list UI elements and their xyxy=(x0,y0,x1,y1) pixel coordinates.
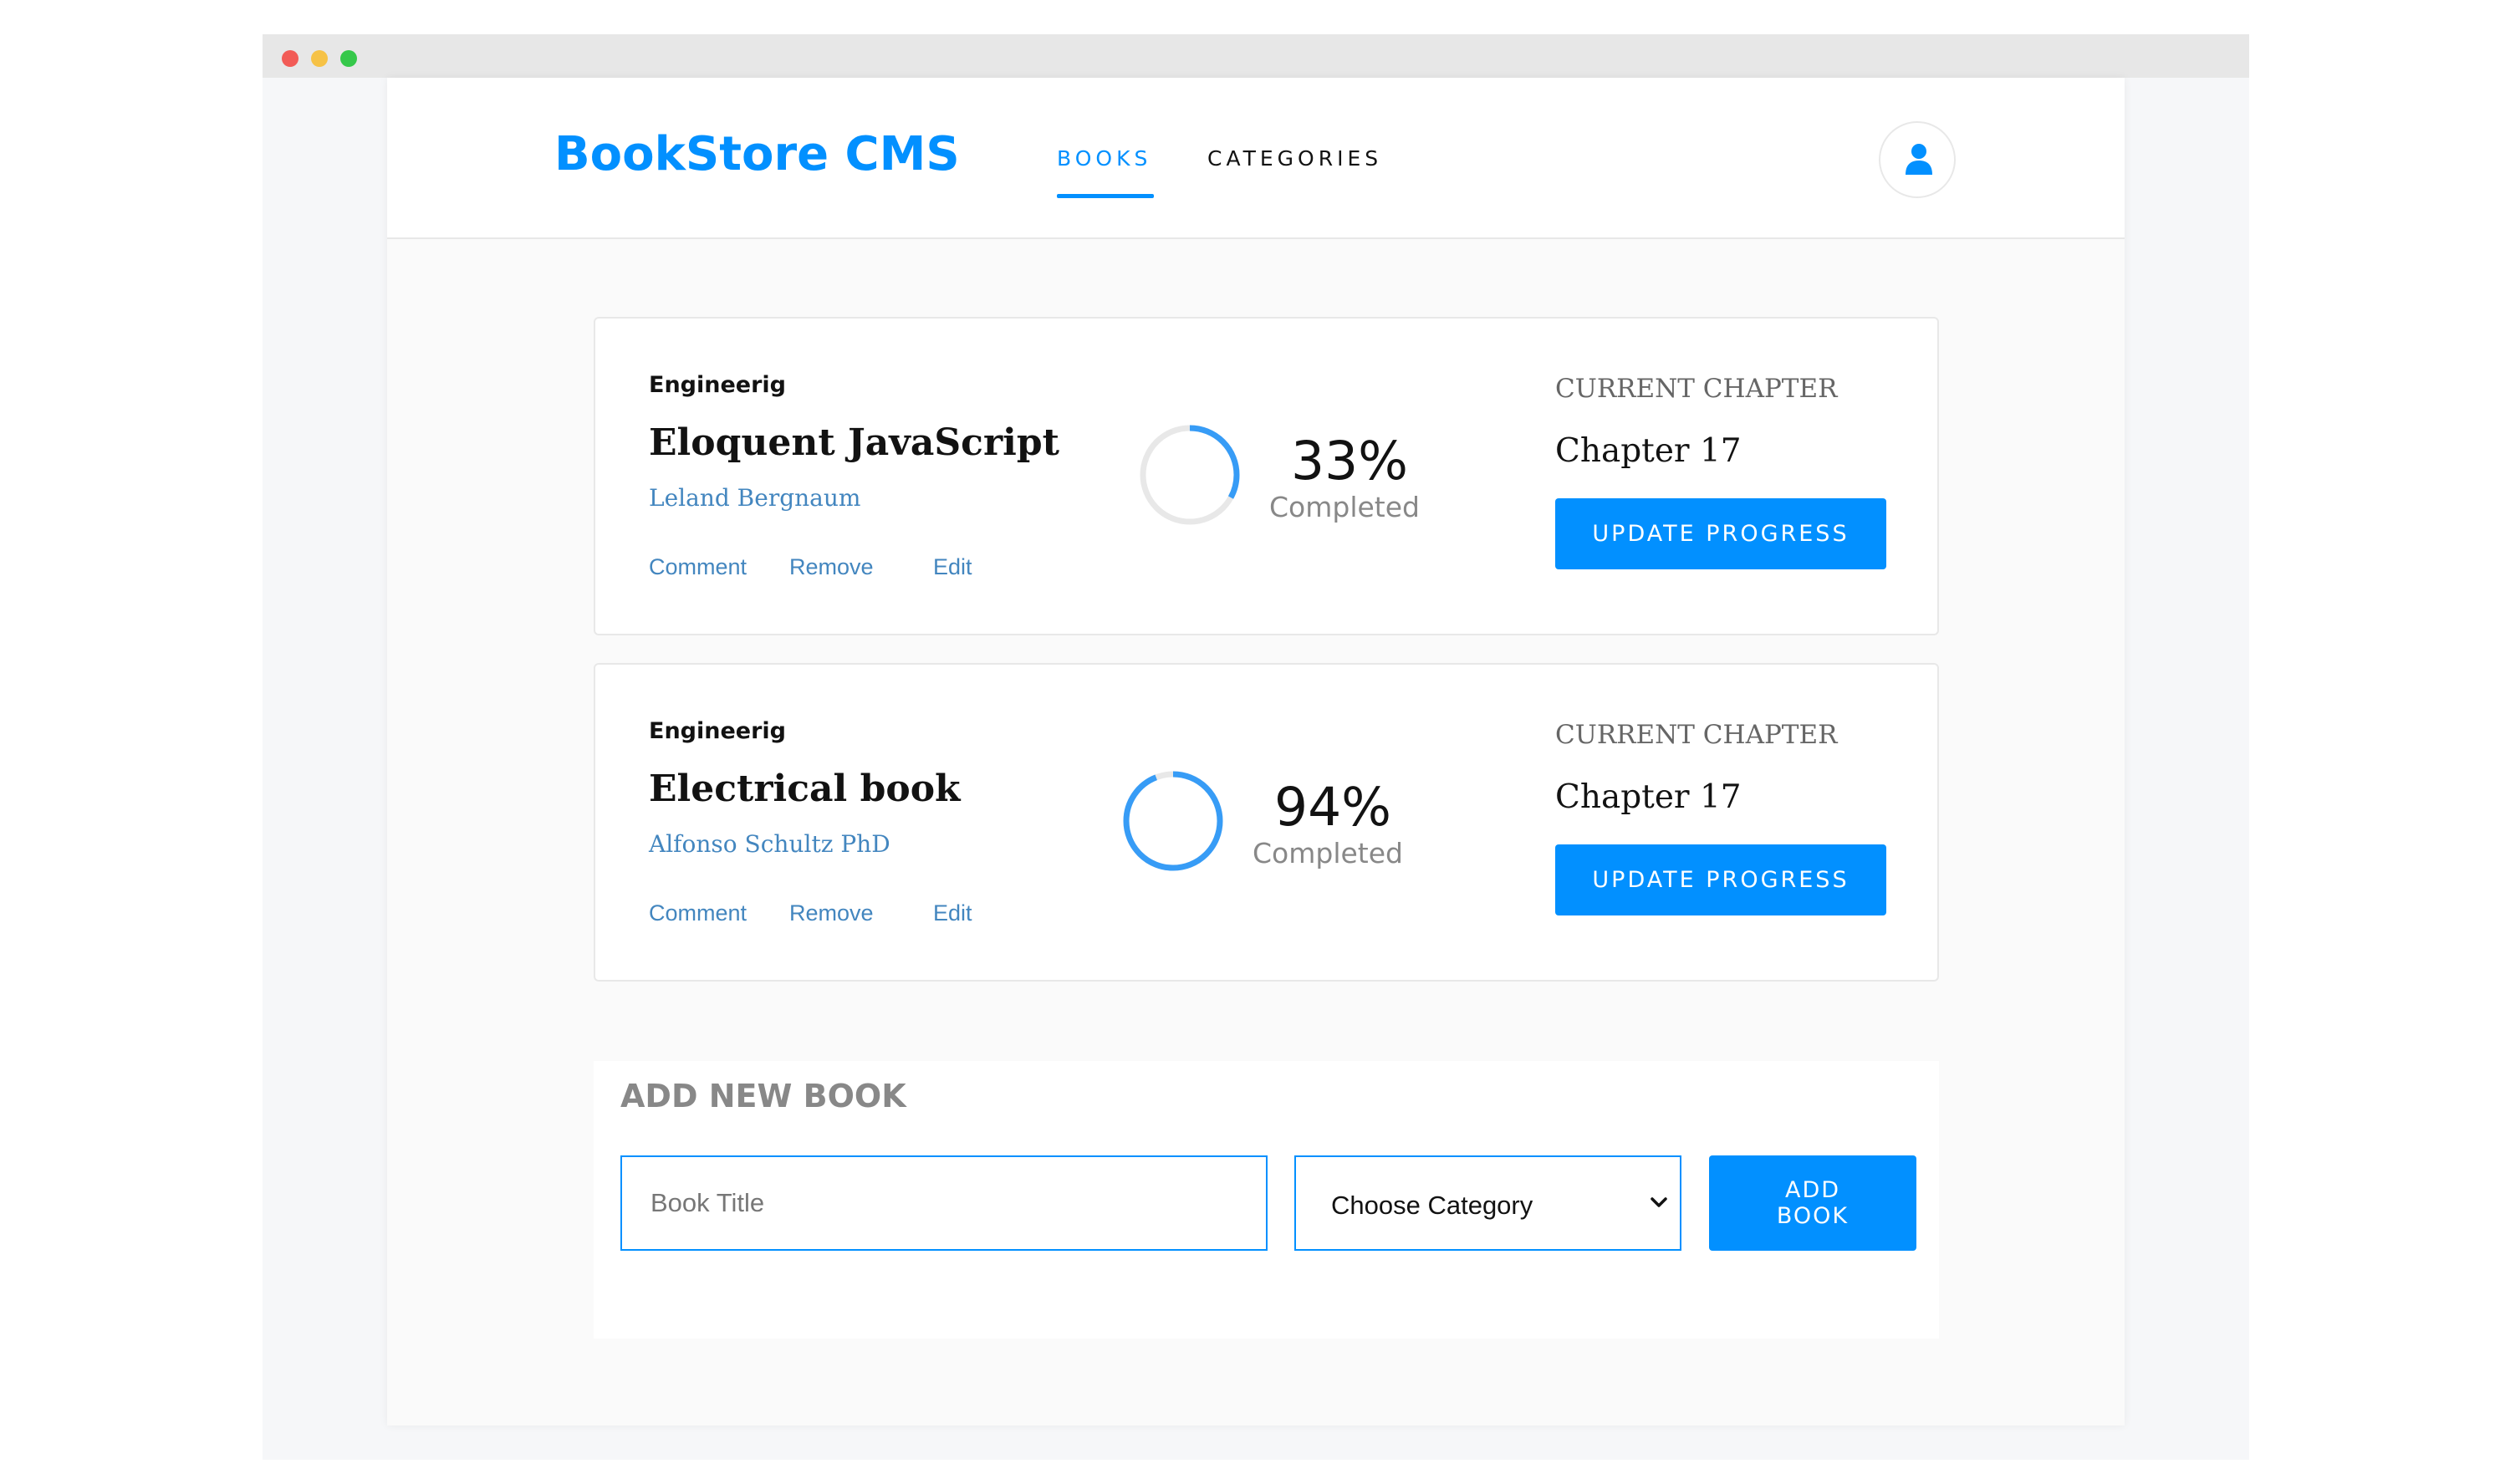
comment-link[interactable]: Comment xyxy=(649,900,747,926)
add-book-button[interactable]: ADD BOOK xyxy=(1709,1155,1916,1251)
add-book-form: ADD NEW BOOK Choose Category ADD BOOK xyxy=(594,1061,1939,1339)
progress-percent: 94% xyxy=(1274,777,1392,838)
current-chapter-value: Chapter 17 xyxy=(1555,432,1742,470)
remove-link[interactable]: Remove xyxy=(789,900,874,926)
app-header: BookStore CMS BOOKS CATEGORIES xyxy=(387,78,2125,239)
minimize-window-dot[interactable] xyxy=(311,50,328,67)
progress-percent: 33% xyxy=(1291,431,1409,492)
book-card: Engineerig Eloquent JavaScript Leland Be… xyxy=(594,317,1939,635)
progress-completed-label: Completed xyxy=(1269,491,1420,523)
remove-link[interactable]: Remove xyxy=(789,554,874,580)
book-title: Electrical book xyxy=(649,767,961,810)
comment-link[interactable]: Comment xyxy=(649,554,747,580)
nav-books[interactable]: BOOKS xyxy=(1057,146,1151,171)
edit-link[interactable]: Edit xyxy=(933,900,972,926)
add-book-heading: ADD NEW BOOK xyxy=(620,1078,906,1114)
progress-ring xyxy=(1140,425,1240,525)
current-chapter-label: CURRENT CHAPTER xyxy=(1555,720,1838,750)
brand-logo[interactable]: BookStore CMS xyxy=(554,127,960,181)
book-title-input[interactable] xyxy=(620,1155,1268,1251)
book-author[interactable]: Alfonso Schultz PhD xyxy=(649,830,890,858)
maximize-window-dot[interactable] xyxy=(340,50,357,67)
add-book-button-line2: BOOK xyxy=(1776,1203,1850,1229)
current-chapter-label: CURRENT CHAPTER xyxy=(1555,374,1838,404)
nav-categories[interactable]: CATEGORIES xyxy=(1207,146,1382,171)
window-titlebar xyxy=(263,34,2249,78)
update-progress-button[interactable]: UPDATE PROGRESS xyxy=(1555,844,1886,915)
category-select[interactable]: Choose Category xyxy=(1294,1155,1681,1251)
nav-active-underline xyxy=(1057,194,1154,198)
add-book-button-line1: ADD xyxy=(1784,1177,1841,1203)
user-icon xyxy=(1906,144,1932,175)
close-window-dot[interactable] xyxy=(282,50,298,67)
progress-ring xyxy=(1123,771,1223,871)
category-select-value: Choose Category xyxy=(1331,1191,1533,1220)
book-card: Engineerig Electrical book Alfonso Schul… xyxy=(594,663,1939,982)
edit-link[interactable]: Edit xyxy=(933,554,972,580)
user-avatar-button[interactable] xyxy=(1879,121,1956,198)
book-author[interactable]: Leland Bergnaum xyxy=(649,484,860,512)
current-chapter-value: Chapter 17 xyxy=(1555,778,1742,816)
progress-completed-label: Completed xyxy=(1253,837,1403,869)
update-progress-button[interactable]: UPDATE PROGRESS xyxy=(1555,498,1886,569)
app-panel: BookStore CMS BOOKS CATEGORIES Engineeri… xyxy=(387,78,2125,1425)
book-category: Engineerig xyxy=(649,372,786,398)
browser-window: BookStore CMS BOOKS CATEGORIES Engineeri… xyxy=(263,34,2249,1460)
book-category: Engineerig xyxy=(649,718,786,744)
book-title: Eloquent JavaScript xyxy=(649,421,1059,464)
chevron-down-icon xyxy=(1651,1197,1667,1207)
